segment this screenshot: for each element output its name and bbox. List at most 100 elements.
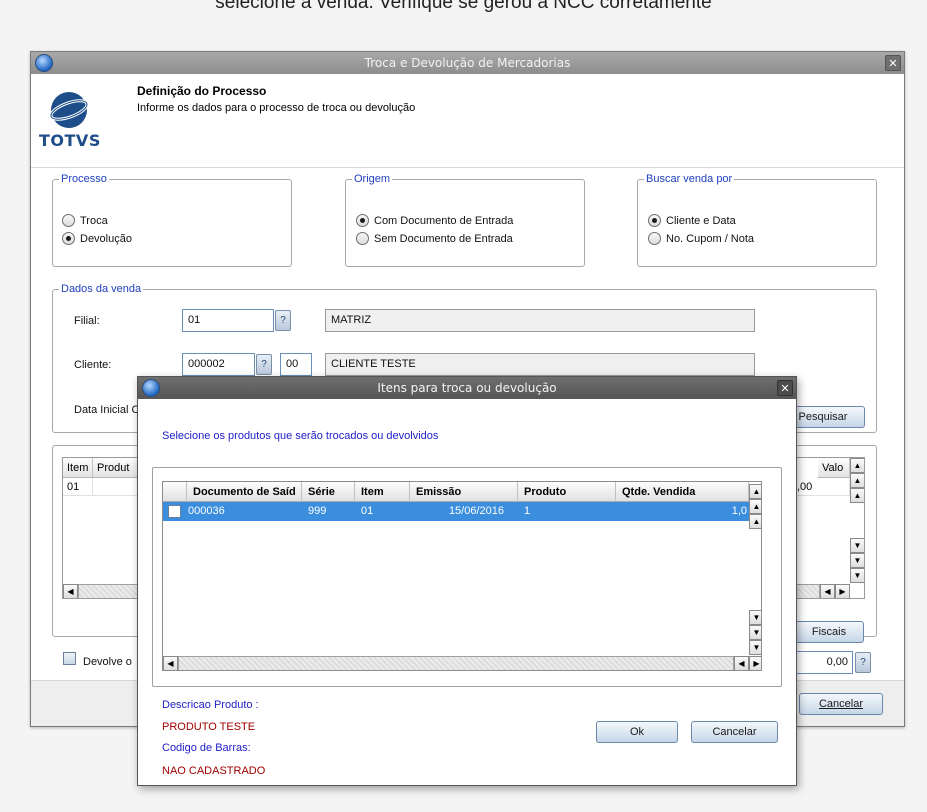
- dialog-prompt: Selecione os produtos que serão trocados…: [162, 430, 439, 442]
- grid-header-produto[interactable]: Produt: [93, 458, 143, 478]
- dgrid-header-select[interactable]: [163, 482, 187, 502]
- cliente-name-field: CLIENTE TESTE: [325, 353, 755, 376]
- dialog-close-icon[interactable]: ✕: [777, 380, 793, 396]
- descricao-label: Descricao Produto :: [162, 699, 259, 711]
- cliente-code-input[interactable]: 000002: [182, 353, 255, 376]
- devolve-label: Devolve o: [83, 656, 132, 668]
- radio-troca-label: Troca: [80, 214, 108, 227]
- dgrid-scroll-left-icon[interactable]: ◀: [163, 656, 178, 670]
- radio-cupom-nota-label: No. Cupom / Nota: [666, 232, 755, 245]
- dgrid-header-serie[interactable]: Série: [302, 482, 355, 502]
- radio-devolucao-dot[interactable]: [62, 232, 75, 245]
- cliente-lookup-button[interactable]: ?: [256, 354, 272, 375]
- cliente-loja-input[interactable]: 00: [280, 353, 312, 376]
- main-titlebar[interactable]: Troca e Devolução de Mercadorias ✕: [31, 52, 904, 74]
- dgrid-scroll-up-icon[interactable]: ▲: [749, 514, 761, 529]
- ok-button[interactable]: Ok: [596, 721, 678, 743]
- main-window-title: Troca e Devolução de Mercadorias: [364, 56, 571, 70]
- radio-troca-dot[interactable]: [62, 214, 75, 227]
- cell-serie: 999: [308, 505, 327, 517]
- radio-sem-documento-dot[interactable]: [356, 232, 369, 245]
- radio-com-documento-label: Com Documento de Entrada: [374, 214, 514, 227]
- codigo-value: NAO CADASTRADO: [162, 765, 266, 777]
- totvs-logo-icon: [49, 92, 89, 128]
- cliente-label: Cliente:: [74, 359, 112, 371]
- dgrid-header-produto[interactable]: Produto: [518, 482, 616, 502]
- dgrid-scroll-top-icon[interactable]: ▲: [749, 484, 761, 499]
- data-inicial-label: Data Inicial C: [74, 404, 140, 416]
- cell-emissao: 15/06/2016: [448, 505, 504, 517]
- radio-cliente-data-label: Cliente e Data: [666, 214, 736, 227]
- cell-documento: 000036: [188, 505, 225, 517]
- app-icon: [35, 54, 53, 72]
- origem-legend: Origem: [354, 173, 391, 185]
- cell-qtde: 1,0: [731, 505, 747, 517]
- dialog-title: Itens para troca ou devolução: [377, 381, 557, 395]
- dialog-app-icon: [142, 379, 160, 397]
- radio-troca[interactable]: Troca: [62, 214, 108, 227]
- grid-scroll-pageup-icon[interactable]: ▲: [850, 473, 864, 488]
- radio-devolucao[interactable]: Devolução: [62, 232, 132, 245]
- processo-legend: Processo: [61, 173, 107, 185]
- totvs-logo: TOTVS: [39, 88, 101, 152]
- table-row[interactable]: 000036 999 01 15/06/2016 1 1,0: [163, 502, 749, 521]
- tutorial-caption: selecione a venda. Verifique se gerou a …: [215, 0, 712, 13]
- radio-sem-documento-label: Sem Documento de Entrada: [374, 232, 513, 245]
- grid-scroll-left-icon[interactable]: ◀: [63, 584, 78, 598]
- grid-scroll-left2-icon[interactable]: ◀: [820, 584, 835, 598]
- cell-produto: 1: [524, 505, 531, 517]
- close-icon[interactable]: ✕: [885, 55, 901, 71]
- dgrid-scroll-right-icon[interactable]: ▶: [749, 656, 761, 670]
- dgrid-hscrollbar[interactable]: [178, 656, 734, 670]
- dgrid-header-qtde[interactable]: Qtde. Vendida: [616, 482, 749, 502]
- fiscais-button[interactable]: Fiscais: [794, 621, 864, 643]
- cancelar-main-button[interactable]: Cancelar: [799, 693, 883, 715]
- grid-scroll-right-icon[interactable]: ▶: [835, 584, 850, 598]
- descricao-value: PRODUTO TESTE: [162, 721, 256, 733]
- grid-scroll-top-icon[interactable]: ▲: [850, 458, 864, 473]
- radio-cliente-data[interactable]: Cliente e Data: [648, 214, 736, 227]
- header-subtitle: Informe os dados para o processo de troc…: [137, 102, 416, 114]
- radio-cliente-data-dot[interactable]: [648, 214, 661, 227]
- dialog-cancelar-button[interactable]: Cancelar: [691, 721, 778, 743]
- dgrid-header-emissao[interactable]: Emissão: [410, 482, 518, 502]
- grid-scroll-pagedown-icon[interactable]: ▼: [850, 553, 864, 568]
- dialog-titlebar[interactable]: Itens para troca ou devolução ✕: [138, 377, 796, 399]
- grid-scroll-down-icon[interactable]: ▼: [850, 538, 864, 553]
- header-title: Definição do Processo: [137, 84, 267, 98]
- dgrid-header-documento[interactable]: Documento de Saíd: [187, 482, 302, 502]
- grid-cell-produto[interactable]: [93, 478, 143, 496]
- codigo-label: Codigo de Barras:: [162, 742, 251, 754]
- logo-text: TOTVS: [39, 131, 101, 150]
- cell-item: 01: [361, 505, 374, 517]
- radio-cupom-nota-dot[interactable]: [648, 232, 661, 245]
- dgrid-header-item[interactable]: Item: [355, 482, 410, 502]
- dgrid-scroll-left2-icon[interactable]: ◀: [734, 656, 749, 670]
- grid-scroll-up-icon[interactable]: ▲: [850, 488, 864, 503]
- filial-name-field: MATRIZ: [325, 309, 755, 332]
- filial-lookup-button[interactable]: ?: [275, 310, 291, 331]
- radio-com-documento[interactable]: Com Documento de Entrada: [356, 214, 513, 227]
- dgrid-scroll-down-icon[interactable]: ▼: [749, 610, 761, 625]
- dados-venda-legend: Dados da venda: [61, 283, 142, 295]
- row-select-checkbox[interactable]: [168, 505, 181, 518]
- grid-cell-valor[interactable]: ,00: [793, 478, 850, 496]
- dgrid-scroll-pageup-icon[interactable]: ▲: [749, 499, 761, 514]
- filial-label: Filial:: [74, 315, 100, 327]
- dialog-items-grid[interactable]: Documento de Saíd Série Item Emissão Pro…: [162, 481, 762, 671]
- radio-cupom-nota[interactable]: No. Cupom / Nota: [648, 232, 754, 245]
- grid-header-item[interactable]: Item: [63, 458, 93, 478]
- radio-com-documento-dot[interactable]: [356, 214, 369, 227]
- grid-scroll-bottom-icon[interactable]: ▼: [850, 568, 864, 583]
- filial-input[interactable]: 01: [182, 309, 274, 332]
- total-value-field[interactable]: 0,00: [793, 651, 853, 674]
- grid-header-valor[interactable]: Valo: [818, 458, 850, 478]
- devolve-checkbox[interactable]: [63, 652, 76, 665]
- radio-devolucao-label: Devolução: [80, 232, 132, 245]
- grid-cell-item[interactable]: 01: [63, 478, 93, 496]
- dgrid-scroll-bottom-icon[interactable]: ▼: [749, 640, 761, 655]
- radio-sem-documento[interactable]: Sem Documento de Entrada: [356, 232, 513, 245]
- dgrid-scroll-pagedown-icon[interactable]: ▼: [749, 625, 761, 640]
- total-lookup-button[interactable]: ?: [855, 652, 871, 673]
- buscar-legend: Buscar venda por: [646, 173, 733, 185]
